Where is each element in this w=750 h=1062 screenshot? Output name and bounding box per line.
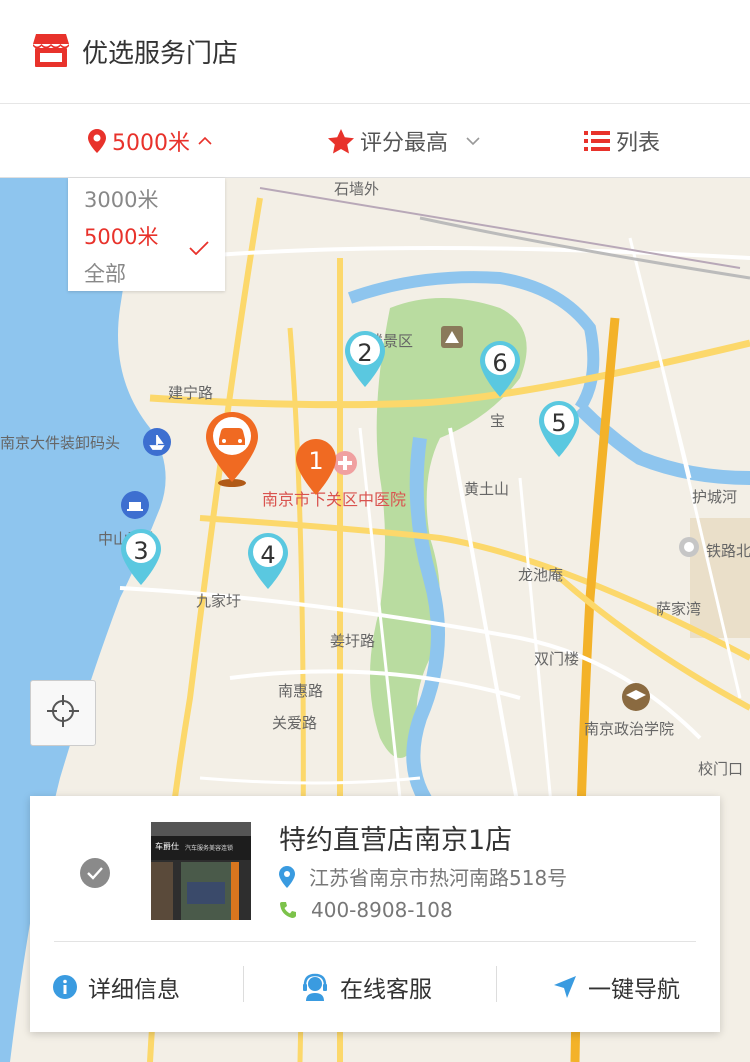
rating-filter-label: 评分最高 <box>360 131 449 156</box>
school-poi-icon <box>622 683 650 711</box>
store-pin-number: 3 <box>133 537 149 565</box>
chevron-down-icon <box>466 136 480 146</box>
details-button[interactable]: 详细信息 <box>52 942 180 1032</box>
store-address-text: 江苏省南京市热河南路518号 <box>309 866 568 890</box>
distance-option-3000[interactable]: 3000米 <box>68 182 225 219</box>
action-separator <box>243 966 244 1002</box>
locate-me-button[interactable] <box>30 680 96 746</box>
page-header: 优选服务门店 <box>0 0 750 104</box>
chevron-up-icon <box>198 136 212 146</box>
store-pin-5[interactable]: 5 <box>538 400 580 462</box>
map-label: 护城河 <box>692 488 738 506</box>
map-label: 建宁路 <box>168 384 214 402</box>
distance-dropdown: 3000米 5000米 全部 <box>68 178 225 291</box>
crosshair-icon <box>45 693 81 733</box>
navigate-button[interactable]: 一键导航 <box>552 942 680 1032</box>
store-phone-text: 400-8908-108 <box>311 898 453 922</box>
store-map-page: 优选服务门店 5000米 评分最高 列表 石墙外 楼景区 建宁路 南京大件装卸码… <box>0 0 750 1062</box>
map-label: 姜圩路 <box>330 632 376 650</box>
info-icon <box>53 975 77 999</box>
navigation-arrow-icon <box>554 976 576 998</box>
store-thumbnail: 车爵仕 汽车服务美容连锁 <box>151 822 251 920</box>
map-label: 南京政治学院 <box>584 720 675 738</box>
distance-option-5000[interactable]: 5000米 <box>68 219 225 256</box>
store-icon <box>32 32 70 72</box>
address-pin-icon <box>279 865 295 888</box>
customer-service-icon <box>303 973 327 1001</box>
page-title: 优选服务门店 <box>82 39 239 69</box>
store-pin-1[interactable]: 1 <box>295 438 337 500</box>
map-label: 萨家湾 <box>656 600 702 618</box>
store-pin-6[interactable]: 6 <box>479 340 521 402</box>
list-icon <box>584 130 610 152</box>
railway-poi-icon <box>679 537 699 557</box>
online-service-button[interactable]: 在线客服 <box>300 942 432 1032</box>
map-label: 校门口 <box>698 760 744 778</box>
store-name: 特约直营店南京1店 <box>279 825 513 856</box>
map-label: 铁路北 <box>706 542 750 560</box>
card-actions: 详细信息 在线客服 一键导航 <box>30 942 720 1032</box>
distance-option-label: 5000米 <box>84 225 159 249</box>
store-pin-2[interactable]: 2 <box>344 330 386 392</box>
scenic-poi-icon <box>441 326 463 348</box>
list-view-label: 列表 <box>616 131 661 156</box>
phone-icon <box>280 902 296 918</box>
star-icon <box>328 128 354 154</box>
action-separator <box>496 966 497 1002</box>
details-button-label: 详细信息 <box>88 977 180 1003</box>
online-service-label: 在线客服 <box>340 977 432 1003</box>
store-pin-number: 1 <box>308 447 324 475</box>
current-location-marker <box>204 410 260 492</box>
rating-filter[interactable]: 评分最高 <box>328 104 480 178</box>
car-pin-icon <box>206 412 258 487</box>
list-view-toggle[interactable]: 列表 <box>584 104 668 178</box>
filter-bar: 5000米 评分最高 列表 <box>0 104 750 178</box>
store-pin-number: 6 <box>492 349 508 377</box>
store-phone[interactable]: 400-8908-108 <box>279 898 453 922</box>
ferry-poi-icon <box>121 491 149 519</box>
store-pin-number: 5 <box>551 409 567 437</box>
selected-check-icon[interactable] <box>80 858 110 892</box>
thumbnail-sign: 车爵仕 <box>155 842 179 851</box>
store-pin-3[interactable]: 3 <box>120 528 162 590</box>
map-label: 黄土山 <box>464 480 510 498</box>
store-address: 江苏省南京市热河南路518号 <box>279 862 567 891</box>
distance-filter[interactable]: 5000米 <box>88 104 212 178</box>
store-pin-number: 2 <box>357 339 373 367</box>
map-label: 南惠路 <box>278 682 324 700</box>
store-info-card[interactable]: 车爵仕 汽车服务美容连锁 特约直营店南京1店 江苏省南京市热河南路518号 40… <box>30 796 720 1032</box>
map-label: 九家圩 <box>196 592 242 610</box>
thumbnail-subtitle: 汽车服务美容连锁 <box>185 845 234 852</box>
distance-option-all[interactable]: 全部 <box>68 256 225 293</box>
map-label: 关爱路 <box>272 714 318 732</box>
location-pin-icon <box>88 129 106 153</box>
map-label: 宝 <box>490 412 506 430</box>
navigate-label: 一键导航 <box>588 977 680 1003</box>
distance-filter-label: 5000米 <box>112 131 190 156</box>
store-pin-4[interactable]: 4 <box>247 532 289 594</box>
map-label: 双门楼 <box>534 650 580 668</box>
harbor-poi-icon <box>143 428 171 456</box>
map-label: 南京大件装卸码头 <box>0 434 121 452</box>
map-label: 龙池庵 <box>518 566 564 584</box>
map-label: 石墙外 <box>334 180 380 198</box>
store-pin-number: 4 <box>260 541 276 569</box>
